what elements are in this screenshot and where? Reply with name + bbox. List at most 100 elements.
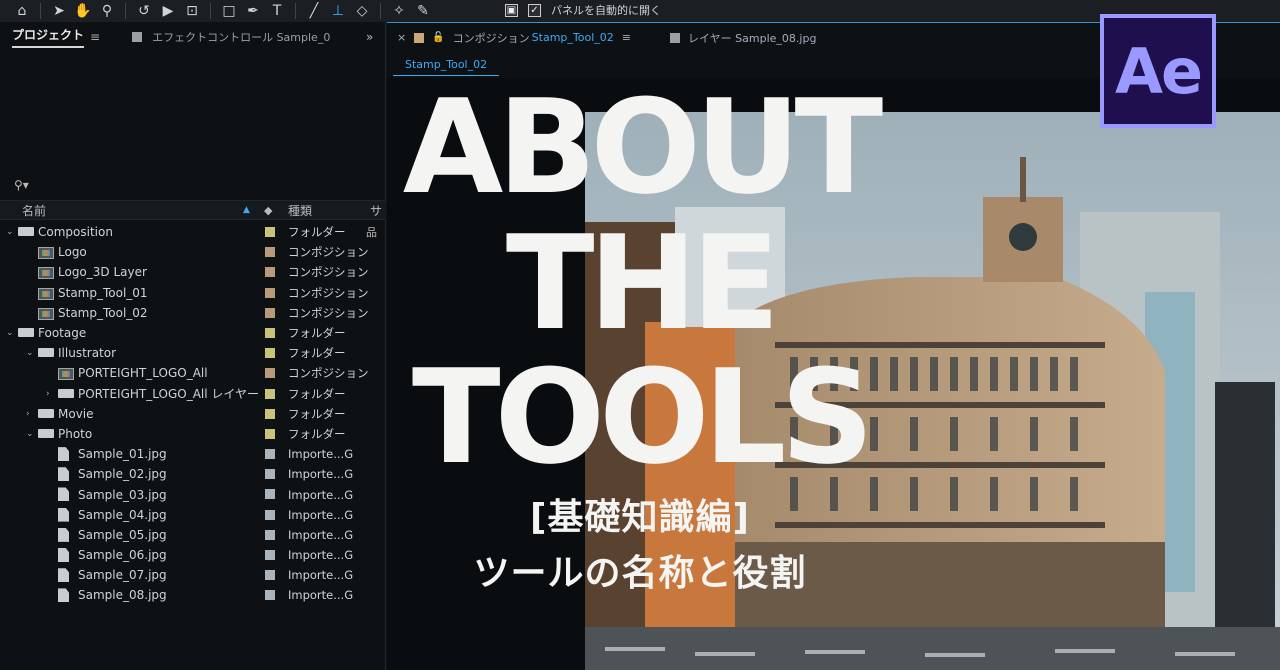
label-swatch[interactable]	[265, 489, 275, 500]
label-swatch[interactable]	[265, 247, 275, 258]
label-swatch[interactable]	[265, 529, 275, 540]
tree-row[interactable]: Sample_06.jpg Importe...G	[0, 545, 386, 565]
rotate-icon[interactable]: ↺	[132, 1, 156, 21]
sort-ascending-icon[interactable]: ▲	[243, 205, 250, 215]
tree-row[interactable]: › PORTEIGHT_LOGO_All レイヤー フォルダー	[0, 384, 386, 404]
puppet-pin-icon[interactable]: ✎	[411, 1, 435, 21]
composition-icon	[38, 247, 54, 260]
label-swatch[interactable]	[265, 307, 275, 318]
tab-composition[interactable]: × 🔓 コンポジション Stamp_Tool_02 ≡	[397, 30, 631, 46]
tree-row[interactable]: Sample_08.jpg Importe...G	[0, 585, 386, 605]
label-swatch[interactable]	[265, 590, 275, 601]
tab-project[interactable]: プロジェクト	[12, 26, 85, 48]
label-swatch[interactable]	[265, 550, 275, 560]
folder-icon	[18, 327, 34, 337]
home-icon[interactable]: ⌂	[10, 1, 34, 21]
label-swatch[interactable]	[265, 509, 275, 520]
folder-icon	[38, 428, 54, 438]
column-name[interactable]: 名前	[22, 202, 46, 219]
pen-icon[interactable]: ✒	[241, 1, 265, 21]
item-name: Movie	[58, 406, 94, 421]
project-tree: ⌄ Composition フォルダー品 Logo コンポジション Logo_3D Lay…	[0, 222, 386, 606]
tab-effect-controls[interactable]: エフェクトコントロール Sample_0	[132, 29, 330, 45]
tree-row[interactable]: Logo_3D Layer コンポジション	[0, 262, 386, 282]
chevron-right-icon[interactable]: ›	[46, 389, 56, 399]
close-icon[interactable]: ×	[397, 31, 406, 44]
more-tabs-icon[interactable]: »	[366, 30, 373, 44]
panel-menu-icon[interactable]: ≡	[622, 31, 631, 44]
item-type: コンポジション	[288, 285, 369, 300]
auto-open-checkbox[interactable]: ✓	[528, 3, 541, 17]
label-swatch[interactable]	[265, 327, 275, 338]
project-search[interactable]: ⚲▾	[0, 174, 386, 196]
tree-row[interactable]: Stamp_Tool_01 コンポジション	[0, 283, 386, 303]
type-icon[interactable]: T	[265, 1, 289, 21]
selection-arrow-icon[interactable]: ➤	[47, 1, 71, 21]
panel-menu-icon[interactable]: ≡	[90, 30, 100, 44]
zoom-icon[interactable]: ⚲	[95, 1, 119, 21]
label-swatch[interactable]	[265, 267, 275, 278]
label-swatch[interactable]	[265, 570, 275, 581]
item-name: Sample_08.jpg	[78, 588, 167, 603]
item-name: Sample_01.jpg	[78, 447, 167, 462]
stamp-icon[interactable]: ⊥	[326, 1, 350, 21]
rectangle-icon[interactable]: □	[217, 1, 241, 21]
label-swatch[interactable]	[265, 449, 275, 460]
tab-effect-label: エフェクトコントロール Sample_0	[152, 31, 331, 44]
roto-brush-icon[interactable]: ✧	[387, 1, 411, 21]
logo-text: Ae	[1114, 34, 1203, 108]
label-swatch[interactable]	[265, 287, 275, 298]
item-type: Importe...G	[288, 527, 354, 542]
label-swatch[interactable]	[265, 428, 275, 439]
tree-row[interactable]: Sample_04.jpg Importe...G	[0, 505, 386, 525]
chevron-down-icon[interactable]: ⌄	[26, 348, 36, 358]
toolbar-divider	[380, 3, 381, 19]
tab-layer[interactable]: レイヤー Sample_08.jpg	[670, 30, 816, 46]
tree-row[interactable]: Sample_01.jpg Importe...G	[0, 444, 386, 464]
column-type[interactable]: 種類	[288, 202, 312, 219]
composition-icon	[38, 267, 54, 280]
panel-icon[interactable]: ▣	[505, 3, 518, 17]
tree-row[interactable]: Logo コンポジション	[0, 242, 386, 262]
label-swatch[interactable]	[265, 408, 275, 419]
lock-icon[interactable]: 🔓	[432, 32, 444, 43]
file-icon	[58, 447, 69, 462]
chevron-right-icon[interactable]: ›	[26, 409, 36, 419]
file-icon	[58, 548, 69, 562]
tree-row[interactable]: Sample_05.jpg Importe...G	[0, 525, 386, 545]
tree-row[interactable]: Sample_07.jpg Importe...G	[0, 565, 386, 585]
label-swatch[interactable]	[265, 227, 275, 237]
hand-icon[interactable]: ✋	[71, 1, 95, 21]
item-type: フォルダー	[288, 225, 346, 240]
chevron-down-icon[interactable]: ⌄	[26, 429, 36, 439]
tree-row[interactable]: PORTEIGHT_LOGO_All コンポジション	[0, 363, 386, 383]
item-name: Photo	[58, 426, 93, 441]
chevron-down-icon[interactable]: ⌄	[6, 227, 16, 237]
label-swatch[interactable]	[265, 469, 275, 480]
label-swatch[interactable]	[265, 368, 275, 379]
tree-row[interactable]: ⌄ Footage フォルダー	[0, 323, 386, 343]
label-column-icon[interactable]: ◆	[264, 204, 272, 217]
tree-row[interactable]: ⌄ Photo フォルダー	[0, 424, 386, 444]
folder-icon	[38, 408, 54, 418]
item-name: Logo_3D Layer	[58, 265, 147, 280]
pan-behind-icon[interactable]: ⊡	[180, 1, 204, 21]
chevron-down-icon[interactable]: ⌄	[6, 328, 16, 338]
camera-icon[interactable]: ▶	[156, 1, 180, 21]
tree-row[interactable]: ⌄ Illustrator フォルダー	[0, 343, 386, 363]
tree-row[interactable]: Stamp_Tool_02 コンポジション	[0, 303, 386, 323]
tree-row[interactable]: Sample_02.jpg Importe...G	[0, 464, 386, 484]
tree-row[interactable]: › Movie フォルダー	[0, 404, 386, 424]
item-name: Footage	[38, 326, 87, 341]
eraser-icon[interactable]: ◇	[350, 1, 374, 21]
item-name: Sample_07.jpg	[78, 568, 167, 583]
brush-icon[interactable]: ╱	[302, 1, 326, 21]
tree-row[interactable]: Sample_03.jpg Importe...G	[0, 484, 386, 504]
search-icon[interactable]: ⚲▾	[14, 178, 29, 192]
tree-row[interactable]: ⌄ Composition フォルダー品	[0, 222, 386, 242]
item-type: フォルダー	[288, 426, 346, 441]
title-line-1: ABOUT	[402, 71, 883, 223]
toolbar-divider	[40, 3, 41, 19]
label-swatch[interactable]	[265, 388, 275, 399]
label-swatch[interactable]	[265, 348, 275, 359]
